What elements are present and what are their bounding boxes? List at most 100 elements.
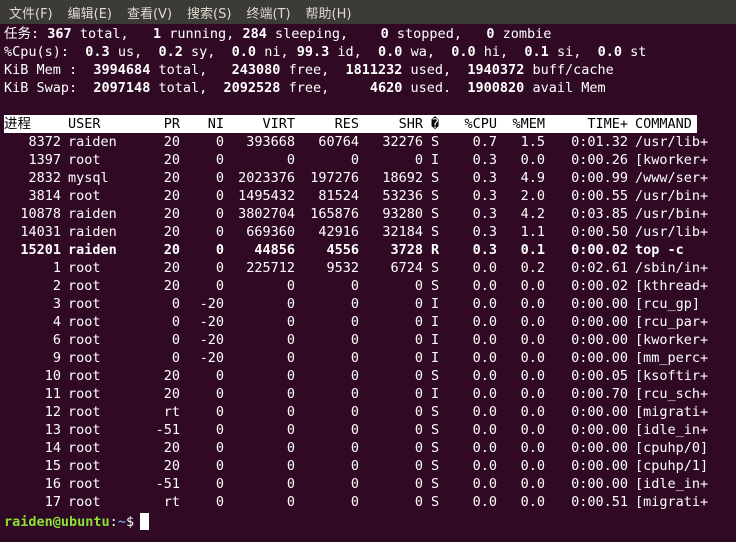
cell-ni: 0	[215, 386, 224, 402]
cell-s: I	[431, 152, 440, 168]
cell-mem: 0.0	[520, 458, 545, 474]
cell-ni: 0	[215, 260, 224, 276]
cell-pr: 20	[163, 242, 180, 258]
cell-shr: 18692	[382, 170, 423, 186]
cell-mem: 0.0	[520, 314, 545, 330]
cell-shr: 32184	[382, 224, 423, 240]
summary-mem-line: KiB Mem : 3994684 total, 243080 free, 18…	[4, 61, 734, 79]
table-row: 4 root 0 -20 0 0 0 I 0.0 0.0 0:00.00 [rcu_par+	[4, 313, 734, 331]
menu-edit[interactable]: 编辑(E)	[59, 3, 118, 22]
tasks-total: 367	[47, 26, 72, 42]
table-row: 2832 mysql 20 0 2023376 197276 18692 S 0.3 4.9 0:0…	[4, 169, 734, 187]
cell-virt: 225712	[246, 260, 295, 276]
cell-virt: 0	[286, 314, 295, 330]
cell-time: 0:01.32	[571, 134, 628, 150]
cell-s: R	[431, 242, 440, 258]
menu-help[interactable]: 帮助(H)	[297, 3, 358, 22]
cell-virt: 0	[286, 440, 295, 456]
cell-s: I	[431, 386, 440, 402]
cell-cpu: 0.0	[472, 296, 497, 312]
menu-terminal[interactable]: 终端(T)	[237, 3, 296, 22]
cell-pid: 2832	[28, 170, 61, 186]
tasks-label: 任务:	[4, 26, 40, 42]
cell-pid: 3814	[28, 188, 61, 204]
cell-mem: 0.0	[520, 152, 545, 168]
cell-virt: 0	[286, 152, 295, 168]
cell-pid: 17	[44, 494, 61, 510]
cell-pr: 20	[163, 152, 180, 168]
cell-pid: 9	[52, 350, 61, 366]
cell-cmd: [migrati+	[635, 404, 709, 420]
cell-ni: 0	[215, 422, 224, 438]
table-row: 12 root rt 0 0 0 0 S 0.0 0.0 0:00.00 [migrati+	[4, 403, 734, 421]
cell-cmd: /sbin/in+	[635, 260, 709, 276]
shell-prompt[interactable]: raiden@ubuntu:~$	[4, 513, 734, 531]
cell-mem: 1.5	[520, 134, 545, 150]
cell-res: 0	[350, 404, 359, 420]
cell-user: root	[68, 368, 101, 384]
swap-free-label: free,	[288, 80, 330, 96]
cell-ni: -20	[199, 314, 224, 330]
cell-pid: 15	[44, 458, 61, 474]
menu-view[interactable]: 查看(V)	[118, 3, 178, 22]
prompt-separator: :	[109, 514, 118, 530]
cpu-hi: 0.0	[451, 44, 476, 60]
cell-ni: 0	[215, 494, 224, 510]
cell-cpu: 0.0	[472, 386, 497, 402]
terminal-output[interactable]: 任务: 367 total, 1 running, 284 sleeping, …	[4, 25, 734, 540]
cpu-st-label: st	[630, 44, 647, 60]
cell-time: 0:00.50	[571, 224, 628, 240]
cell-virt: 0	[286, 458, 295, 474]
tasks-sleeping: 284	[242, 26, 267, 42]
cell-user: root	[68, 494, 101, 510]
menu-file[interactable]: 文件(F)	[0, 3, 59, 22]
cell-pr: rt	[163, 404, 180, 420]
cell-pid: 10	[44, 368, 61, 384]
cell-cpu: 0.3	[472, 170, 497, 186]
cell-s: I	[431, 350, 440, 366]
cell-res: 0	[350, 296, 359, 312]
cell-user: raiden	[68, 206, 117, 222]
cell-time: 0:00.00	[571, 476, 628, 492]
cell-pid: 13	[44, 422, 61, 438]
cpu-sy-label: sy,	[191, 44, 216, 60]
process-table-header: 进程 USER PR NI VIRT RES SHR � %CPU %MEM TIME+ COMMAN…	[4, 115, 697, 133]
cell-shr: 0	[414, 422, 423, 438]
table-row: 2 root 20 0 0 0 0 S 0.0 0.0 0:00.02 [kthread+	[4, 277, 734, 295]
tasks-running: 1	[152, 26, 162, 42]
cell-ni: 0	[215, 134, 224, 150]
cell-virt: 0	[286, 278, 295, 294]
tasks-zombie-label: zombie	[502, 26, 552, 42]
table-row: 11 root 20 0 0 0 0 I 0.0 0.0 0:00.70 [rcu_sch+	[4, 385, 734, 403]
cell-shr: 0	[414, 332, 423, 348]
table-row: 15201 raiden 20 0 44856 4556 3728 R 0.3 0.1 0:00.0…	[4, 241, 734, 259]
tasks-stopped-label: stopped,	[396, 26, 462, 42]
menu-search[interactable]: 搜索(S)	[178, 3, 237, 22]
cell-pid: 3	[52, 296, 61, 312]
cell-pr: 20	[163, 458, 180, 474]
header-ni: NI	[207, 116, 224, 132]
cell-shr: 0	[414, 296, 423, 312]
cell-time: 0:00.00	[571, 296, 628, 312]
cell-time: 0:00.00	[571, 404, 628, 420]
table-row: 14 root 20 0 0 0 0 S 0.0 0.0 0:00.00 [cpuhp/0]	[4, 439, 734, 457]
cell-cpu: 0.0	[472, 368, 497, 384]
table-row: 1 root 20 0 225712 9532 6724 S 0.0 0.2 0:02.61/sbi…	[4, 259, 734, 277]
table-row: 3814 root 20 0 1495432 81524 53236 S 0.3 2.0 0:00.…	[4, 187, 734, 205]
cell-s: S	[431, 260, 440, 276]
cell-ni: 0	[215, 404, 224, 420]
cell-mem: 0.0	[520, 404, 545, 420]
table-row: 8372 raiden 20 0 393668 60764 32276 S 0.7 1.5 0:01…	[4, 133, 734, 151]
cell-cmd: [rcu_sch+	[635, 386, 709, 402]
cell-s: S	[431, 224, 440, 240]
text-cursor	[140, 513, 150, 530]
cell-shr: 0	[414, 386, 423, 402]
cell-pid: 1397	[28, 152, 61, 168]
cell-pid: 11	[44, 386, 61, 402]
cell-ni: 0	[215, 188, 224, 204]
cell-pid: 8372	[28, 134, 61, 150]
cell-pr: 0	[171, 332, 180, 348]
cell-res: 0	[350, 332, 359, 348]
cell-s: S	[431, 494, 440, 510]
